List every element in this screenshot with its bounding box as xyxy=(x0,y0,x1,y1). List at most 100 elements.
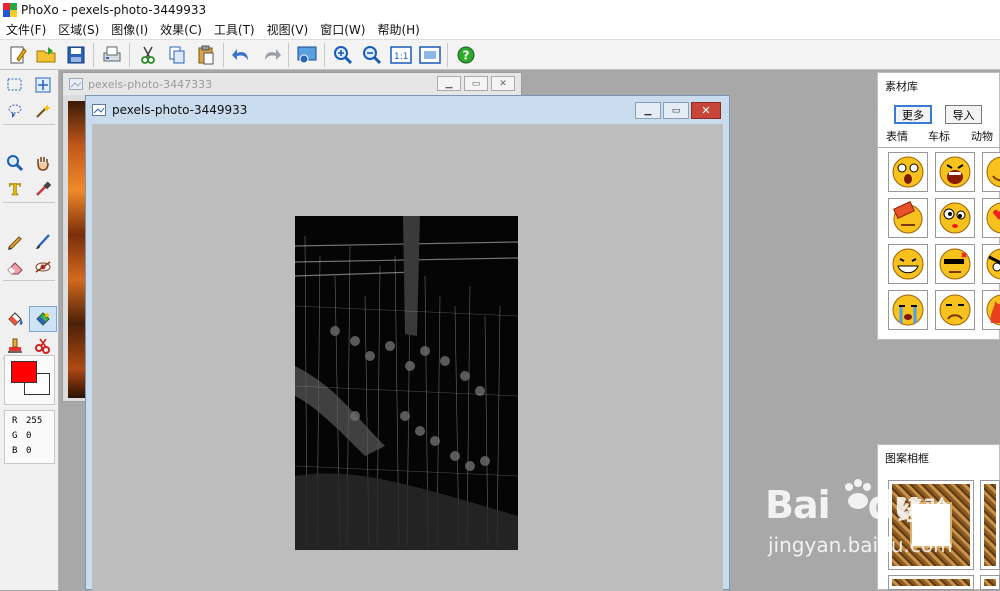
b-label: B xyxy=(12,446,18,456)
fill-icon[interactable] xyxy=(1,306,29,332)
tool-palette: T R 255 G0 B0 xyxy=(0,70,59,590)
eyedropper-icon[interactable] xyxy=(29,176,57,202)
g-value: 0 xyxy=(26,431,32,441)
title-bar: PhoXo - pexels-photo-3449933 xyxy=(0,0,1000,20)
import-button[interactable]: 导入 xyxy=(945,105,982,124)
cut-icon[interactable] xyxy=(135,42,161,68)
menu-image[interactable]: 图像(I) xyxy=(105,21,154,38)
dizzy-emoji-icon[interactable] xyxy=(935,198,975,238)
paste-icon[interactable] xyxy=(193,42,219,68)
tab-underline xyxy=(878,147,1000,148)
smile-emoji-icon[interactable] xyxy=(982,152,1000,192)
tool-divider xyxy=(3,124,55,125)
watermark-sub: 经验 xyxy=(898,497,951,527)
rect-select-icon[interactable] xyxy=(1,72,29,98)
window-title: PhoXo - pexels-photo-3449933 xyxy=(21,3,207,17)
tab-animals[interactable]: 动物 xyxy=(971,128,993,144)
menu-effect[interactable]: 效果(C) xyxy=(154,21,208,38)
lasso-icon[interactable] xyxy=(1,98,29,124)
new-icon[interactable] xyxy=(5,42,31,68)
shocked-emoji-icon[interactable] xyxy=(888,152,928,192)
frame-thumbnail[interactable] xyxy=(980,575,1000,590)
eraser-emoji-icon[interactable] xyxy=(888,198,928,238)
svg-text:?: ? xyxy=(462,48,469,62)
open-icon[interactable] xyxy=(34,42,60,68)
document-icon xyxy=(92,103,106,116)
screaming-emoji-icon[interactable] xyxy=(935,152,975,192)
document-titlebar[interactable]: pexels-photo-3449933 xyxy=(86,96,729,123)
eraser-icon[interactable] xyxy=(1,254,29,280)
undo-icon[interactable] xyxy=(229,42,255,68)
menu-help[interactable]: 帮助(H) xyxy=(371,21,425,38)
minimize-button[interactable]: ▁ xyxy=(437,76,461,91)
baidu-watermark: Bai du 经验 jingyan.baidu.com xyxy=(765,479,1000,573)
close-button[interactable]: ✕ xyxy=(491,76,515,91)
scan-icon[interactable] xyxy=(99,42,125,68)
menu-window[interactable]: 窗口(W) xyxy=(314,21,371,38)
maximize-button[interactable]: ▭ xyxy=(663,102,689,119)
angry-emoji-icon[interactable] xyxy=(935,244,975,284)
red-eye-icon[interactable] xyxy=(29,254,57,280)
brush-icon[interactable] xyxy=(29,228,57,254)
fit-window-icon[interactable] xyxy=(417,42,443,68)
zoom-out-icon[interactable] xyxy=(359,42,385,68)
tab-car-logo[interactable]: 车标 xyxy=(928,128,950,144)
toolbar-separator xyxy=(129,42,130,67)
document-title: pexels-photo-3449933 xyxy=(112,102,248,117)
pencil-icon[interactable] xyxy=(1,228,29,254)
copy-icon[interactable] xyxy=(164,42,190,68)
crying-emoji-icon[interactable] xyxy=(888,290,928,330)
g-label: G xyxy=(12,431,18,441)
save-icon[interactable] xyxy=(63,42,89,68)
maximize-button[interactable]: ▭ xyxy=(464,76,488,91)
hearts-emoji-icon[interactable] xyxy=(982,198,1000,238)
tool-divider xyxy=(3,202,55,203)
redo-icon[interactable] xyxy=(258,42,284,68)
frame-thumbnail[interactable] xyxy=(888,575,974,590)
menu-bar: 文件(F) 区域(S) 图像(I) 效果(C) 工具(T) 视图(V) 窗口(W… xyxy=(0,20,1000,39)
rgb-readout: R 255 G0 B0 xyxy=(4,410,55,464)
grin-emoji-icon[interactable] xyxy=(888,244,928,284)
sad-emoji-icon[interactable] xyxy=(935,290,975,330)
panel-title: 图案相框 xyxy=(885,452,929,465)
minimize-button[interactable]: ▁ xyxy=(635,102,661,119)
edited-photo[interactable] xyxy=(295,216,518,550)
r-label: R xyxy=(12,416,18,426)
foreground-color-swatch[interactable] xyxy=(11,361,37,383)
zoom-icon[interactable] xyxy=(1,150,29,176)
toolbar-separator xyxy=(324,42,325,67)
toolbar-separator xyxy=(223,42,224,67)
main-toolbar: 1:1 ? xyxy=(0,39,1000,70)
zoom-in-icon[interactable] xyxy=(330,42,356,68)
help-icon[interactable]: ? xyxy=(453,42,479,68)
toolbar-separator xyxy=(288,42,289,67)
move-icon[interactable] xyxy=(29,72,57,98)
batch-icon[interactable] xyxy=(294,42,320,68)
color-replace-icon[interactable] xyxy=(29,306,57,332)
close-button[interactable]: ✕ xyxy=(691,102,721,119)
paw-icon xyxy=(845,479,871,509)
menu-file[interactable]: 文件(F) xyxy=(0,21,52,38)
text-icon[interactable]: T xyxy=(1,176,29,202)
tool-divider xyxy=(3,280,55,281)
document-icon xyxy=(69,78,83,90)
color-swatches xyxy=(4,355,55,405)
hand-icon[interactable] xyxy=(29,150,57,176)
menu-tools[interactable]: 工具(T) xyxy=(208,21,261,38)
tab-emoji[interactable]: 表情 xyxy=(886,128,908,144)
b-value: 0 xyxy=(26,446,32,456)
menu-view[interactable]: 视图(V) xyxy=(261,21,315,38)
toolbar-separator xyxy=(447,42,448,67)
magic-wand-icon[interactable] xyxy=(29,98,57,124)
svg-text:T: T xyxy=(9,180,21,198)
evil-emoji-icon[interactable] xyxy=(982,244,1000,284)
document-title: pexels-photo-3447333 xyxy=(88,77,213,91)
app-icon xyxy=(3,3,17,17)
fire-emoji-icon[interactable] xyxy=(982,290,1000,330)
svg-text:1:1: 1:1 xyxy=(394,52,408,62)
more-button[interactable]: 更多 xyxy=(894,105,932,124)
image-canvas[interactable] xyxy=(92,124,723,591)
document-window-front[interactable]: pexels-photo-3449933 ▁ ▭ ✕ xyxy=(85,95,730,591)
actual-size-icon[interactable]: 1:1 xyxy=(388,42,414,68)
menu-region[interactable]: 区域(S) xyxy=(52,21,105,38)
